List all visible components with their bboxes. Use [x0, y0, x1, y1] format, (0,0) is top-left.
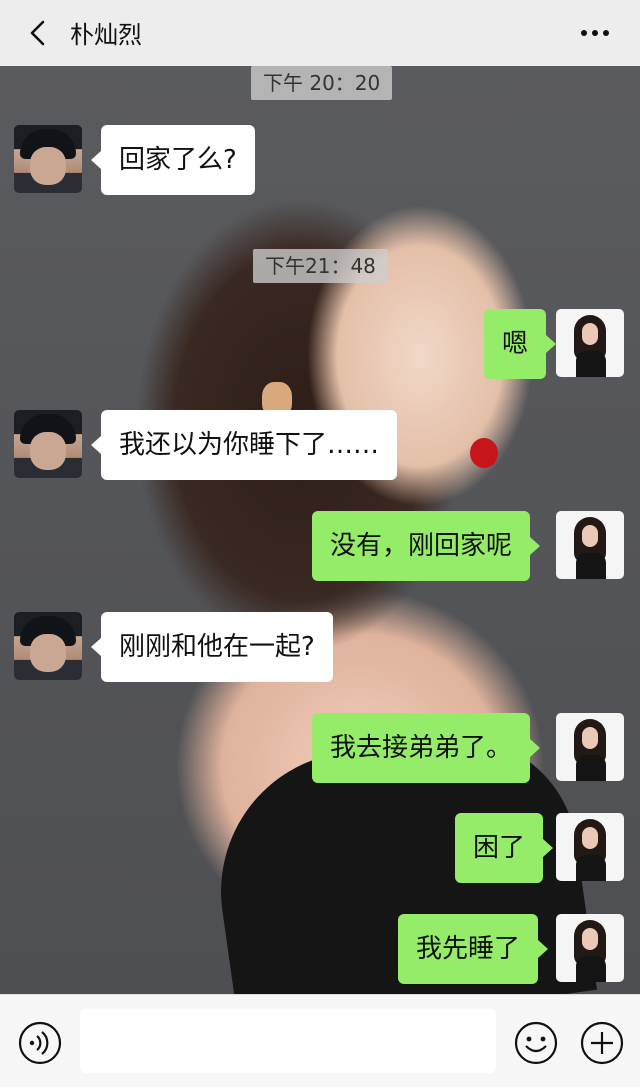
- plus-icon[interactable]: [580, 1021, 624, 1065]
- incoming-message[interactable]: 刚刚和他在一起?: [91, 612, 333, 682]
- outgoing-message[interactable]: 我先睡了: [398, 914, 549, 984]
- voice-icon[interactable]: [18, 1021, 62, 1065]
- my-avatar[interactable]: [556, 713, 624, 781]
- outgoing-message[interactable]: 嗯: [484, 309, 557, 379]
- contact-avatar[interactable]: [14, 125, 82, 193]
- emoji-icon[interactable]: [514, 1021, 558, 1065]
- photo-lips: [470, 438, 498, 468]
- chat-title: 朴灿烈: [70, 21, 142, 49]
- back-chevron-icon[interactable]: [24, 19, 52, 47]
- my-avatar[interactable]: [556, 914, 624, 982]
- incoming-message[interactable]: 回家了么?: [91, 125, 255, 195]
- more-dots-icon[interactable]: [578, 18, 612, 48]
- outgoing-message[interactable]: 没有，刚回家呢: [312, 511, 541, 581]
- contact-avatar[interactable]: [14, 410, 82, 478]
- incoming-message[interactable]: 我还以为你睡下了……: [90, 410, 398, 480]
- chat-area[interactable]: 下午 20：20 回家了么? 下午21：48 嗯 我还以为你睡下了…… 没有，刚…: [0, 66, 640, 994]
- outgoing-message[interactable]: 我去接弟弟了。: [312, 713, 541, 783]
- timestamp: 下午21：48: [253, 249, 388, 283]
- outgoing-message[interactable]: 困了: [455, 813, 554, 883]
- timestamp: 下午 20：20: [251, 66, 393, 100]
- my-avatar[interactable]: [556, 511, 624, 579]
- chat-header: 朴灿烈: [0, 0, 640, 66]
- message-input[interactable]: [80, 1009, 496, 1073]
- my-avatar[interactable]: [556, 309, 624, 377]
- contact-avatar[interactable]: [14, 612, 82, 680]
- my-avatar[interactable]: [556, 813, 624, 881]
- input-bar: [0, 994, 640, 1087]
